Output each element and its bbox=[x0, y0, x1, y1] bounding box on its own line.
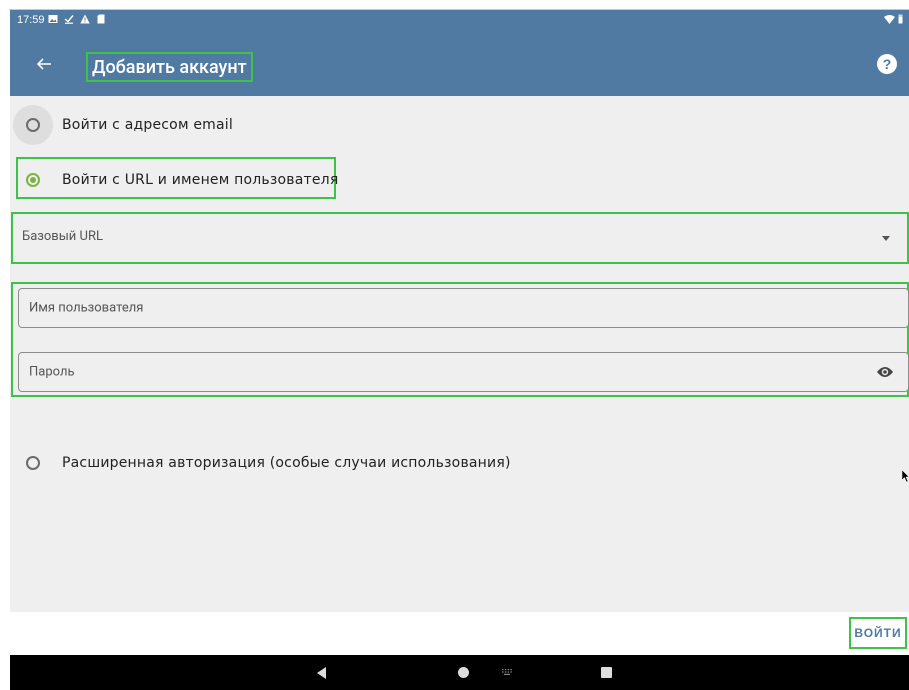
mouse-cursor-icon bbox=[902, 470, 909, 482]
app-bar: Добавить аккаунт ? bbox=[10, 32, 909, 96]
email-radio[interactable] bbox=[26, 118, 40, 132]
username-placeholder: Имя пользователя bbox=[29, 300, 144, 316]
footer-bar: ВОЙТИ bbox=[10, 612, 909, 655]
login-button[interactable]: ВОЙТИ bbox=[849, 617, 907, 649]
eye-icon[interactable] bbox=[876, 365, 894, 379]
base-url-dropdown[interactable]: Базовый URL bbox=[13, 214, 907, 262]
system-nav-bar bbox=[10, 655, 909, 690]
advanced-radio[interactable] bbox=[26, 456, 40, 470]
page-title-text: Добавить аккаунт bbox=[92, 56, 247, 78]
help-icon: ? bbox=[882, 56, 892, 72]
download-done-icon bbox=[64, 15, 74, 24]
page-title: Добавить аккаунт bbox=[86, 52, 253, 82]
status-icons bbox=[48, 14, 106, 24]
url-radio[interactable] bbox=[26, 173, 40, 187]
nav-recents-icon[interactable] bbox=[601, 667, 612, 678]
username-field[interactable]: Имя пользователя bbox=[18, 288, 909, 328]
chevron-down-icon[interactable] bbox=[882, 236, 890, 241]
wifi-icon bbox=[884, 14, 895, 24]
advanced-option-label[interactable]: Расширенная авторизация (особые случаи и… bbox=[62, 455, 511, 471]
warning-icon bbox=[80, 14, 90, 24]
login-button-label: ВОЙТИ bbox=[854, 626, 902, 640]
status-bar: 17:59 bbox=[10, 10, 909, 32]
help-button[interactable]: ? bbox=[877, 54, 897, 74]
base-url-placeholder: Базовый URL bbox=[22, 229, 103, 244]
keyboard-icon[interactable] bbox=[502, 669, 512, 675]
password-placeholder: Пароль bbox=[29, 364, 75, 380]
url-option-label[interactable]: Войти с URL и именем пользователя bbox=[62, 172, 338, 188]
sd-card-icon bbox=[97, 14, 105, 24]
status-right-icons bbox=[884, 14, 903, 24]
password-field[interactable]: Пароль bbox=[18, 352, 909, 392]
status-time: 17:59 bbox=[17, 14, 45, 26]
nav-home-icon[interactable] bbox=[458, 667, 469, 678]
battery-icon bbox=[898, 14, 903, 24]
app-window: 17:59 Добавить аккаунт ? Войти с адресом… bbox=[0, 0, 909, 690]
arrow-back-icon[interactable] bbox=[32, 52, 56, 76]
nav-back-icon[interactable] bbox=[317, 667, 326, 679]
image-icon bbox=[48, 15, 58, 23]
email-option-label[interactable]: Войти с адресом email bbox=[62, 117, 233, 133]
login-options-panel: Войти с адресом email Войти с URL и имен… bbox=[10, 96, 909, 612]
